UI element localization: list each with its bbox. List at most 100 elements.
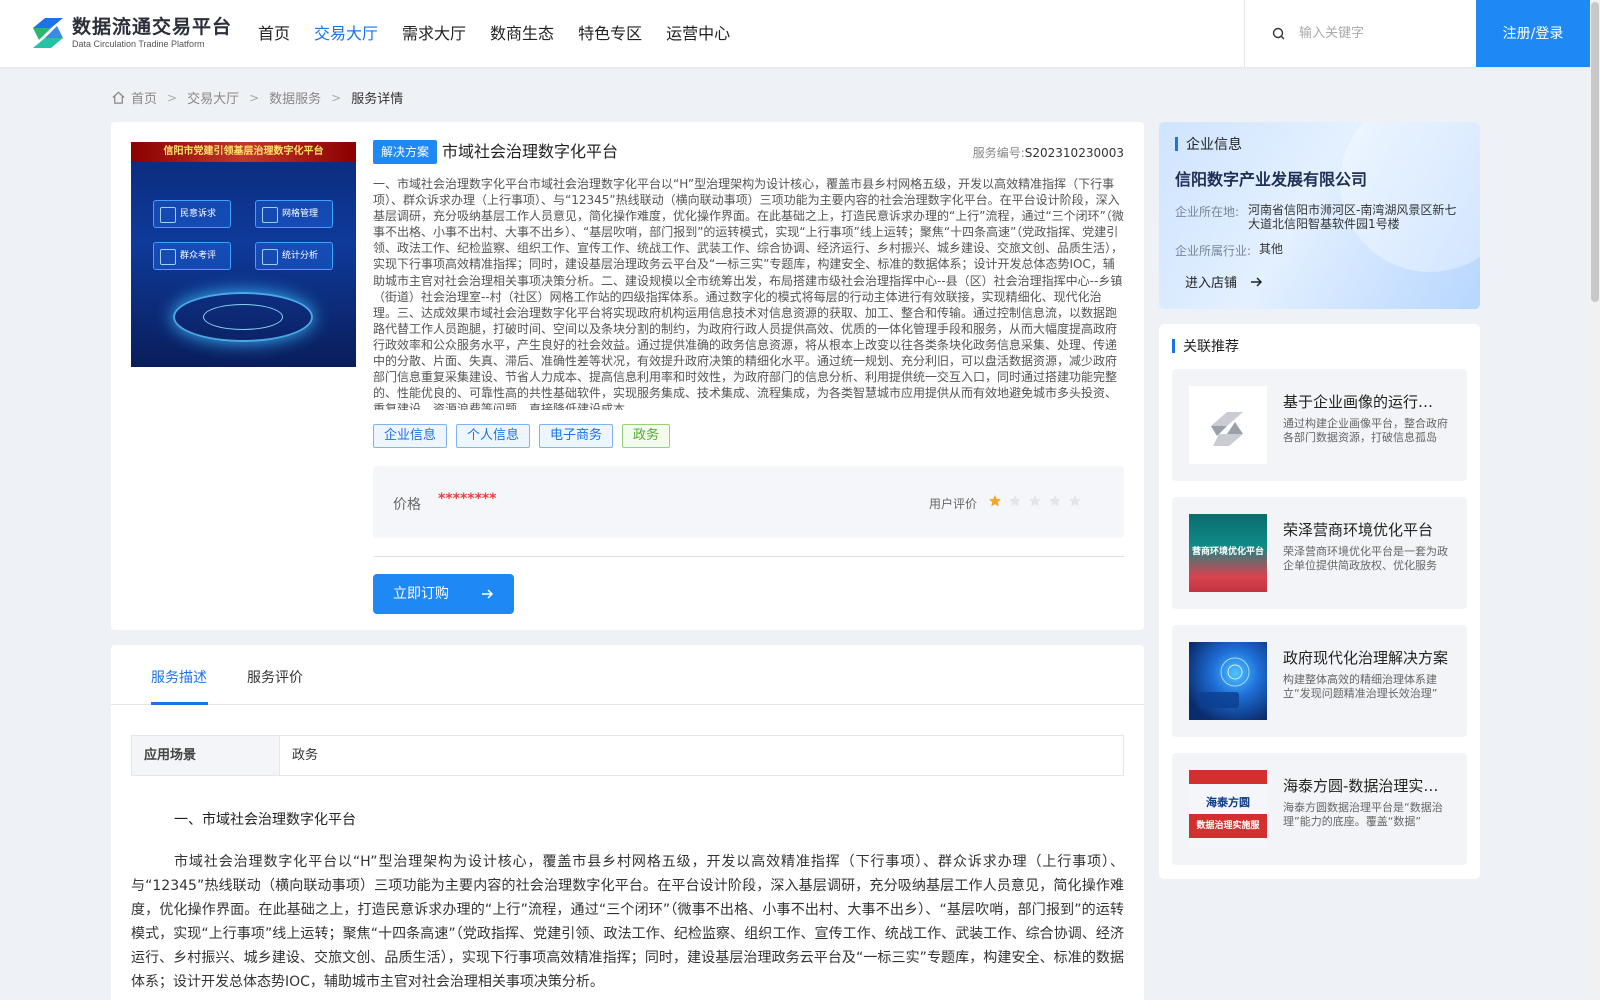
tab-service-description[interactable]: 服务描述 — [151, 667, 207, 687]
nav-ecosystem[interactable]: 数商生态 — [490, 0, 554, 67]
nav-special-zone[interactable]: 特色专区 — [578, 0, 642, 67]
image-platform-disc — [203, 304, 283, 330]
service-number-label: 服务编号: — [972, 146, 1025, 160]
recommend-title: 基于企业画像的运行监测平台 — [1283, 393, 1448, 411]
recommend-title: 荣泽营商环境优化平台 — [1283, 521, 1434, 539]
breadcrumb: 首页 > 交易大厅 > 数据服务 > 服务详情 — [111, 88, 403, 107]
divider — [373, 556, 1124, 557]
thumb-text: 数据治理实施服 — [1189, 814, 1267, 838]
product-image: 信阳市党建引领基层治理数字化平台 民意诉求 网格管理 群众考评 统计分析 — [131, 142, 356, 367]
breadcrumb-current: 服务详情 — [351, 92, 404, 107]
recommend-section-title: 关联推荐 — [1172, 336, 1239, 356]
star-empty-icon[interactable] — [1048, 494, 1062, 508]
scene-table: 应用场景 政务 — [131, 735, 1124, 776]
recommend-desc: 荣泽营商环境优化平台是一套为政企单位提供简政放权、优化服务 — [1283, 545, 1448, 572]
search-icon[interactable] — [1271, 26, 1287, 42]
product-card: 信阳市党建引领基层治理数字化平台 民意诉求 网格管理 群众考评 统计分析 解决方… — [111, 122, 1144, 630]
poster-top-strip — [1189, 770, 1267, 784]
recommend-thumb: 营商环境优化平台 — [1189, 514, 1267, 592]
scrollbar-thumb[interactable] — [1591, 2, 1599, 302]
star-empty-icon[interactable] — [1028, 494, 1042, 508]
page-scrollbar[interactable] — [1590, 0, 1600, 1000]
chevron-right-icon: > — [249, 90, 260, 105]
image-tile: 民意诉求 — [153, 200, 231, 228]
service-detail-card: 服务描述 服务评价 应用场景 政务 一、市域社会治理数字化平台 市域社会治理数字… — [111, 645, 1144, 1000]
enter-shop-label: 进入店铺 — [1185, 276, 1238, 291]
tab-service-review[interactable]: 服务评价 — [247, 667, 303, 687]
login-register-button[interactable]: 注册/登录 — [1476, 0, 1590, 67]
tag-government[interactable]: 政务 — [622, 424, 671, 448]
logo-title: 数据流通交易平台 — [72, 15, 233, 38]
enter-shop-link[interactable]: 进入店铺 — [1185, 272, 1263, 291]
tag-enterprise-info[interactable]: 企业信息 — [373, 424, 448, 448]
top-header: 数据流通交易平台 Data Circulation Tradine Platfo… — [0, 0, 1590, 67]
company-industry-row: 企业所属行业: 其他 — [1175, 242, 1469, 259]
home-icon — [112, 91, 125, 104]
arrow-right-icon — [1251, 276, 1263, 287]
recommend-item[interactable]: 基于企业画像的运行监测平台 通过构建企业画像平台，整合政府各部门数据资源，打破信… — [1172, 369, 1467, 481]
nav-demand-hall[interactable]: 需求大厅 — [402, 0, 466, 67]
tech-graphic-icon — [1199, 657, 1250, 708]
price-value: ******** — [438, 491, 497, 507]
company-location: 河南省信阳市浉河区-南湾湖风景区新七大道北信阳智基软件园1号楼 — [1248, 203, 1457, 231]
service-number-value: S202310230003 — [1024, 146, 1124, 160]
image-tile: 群众考评 — [153, 242, 231, 270]
recommend-card: 关联推荐 基于企业画像的运行监测平台 通过构建企业画像平台，整合政府各部门数据资… — [1159, 324, 1480, 879]
recommend-thumb: 海泰方圆 数据治理实施服 — [1189, 770, 1267, 848]
company-card: 企业信息 信阳数字产业发展有限公司 企业所在地: 河南省信阳市浉河区-南湾湖风景… — [1159, 122, 1480, 309]
logo-icon — [29, 14, 67, 52]
recommend-desc: 构建整体高效的精细治理体系建立“发现问题精准治理长效治理” — [1283, 673, 1438, 700]
platform-logo-icon — [1211, 412, 1243, 446]
tag-personal-info[interactable]: 个人信息 — [456, 424, 531, 448]
search-box — [1244, 0, 1476, 67]
company-location-label: 企业所在地: — [1175, 205, 1240, 219]
detail-paragraph: 市域社会治理数字化平台以“H”型治理架构为设计核心，覆盖市县乡村网格五级，开发以… — [131, 854, 1124, 990]
arrow-right-icon — [482, 589, 494, 599]
section-heading: 一、市域社会治理数字化平台 — [174, 812, 356, 828]
tag-ecommerce[interactable]: 电子商务 — [539, 424, 614, 448]
breadcrumb-trading-hall[interactable]: 交易大厅 — [187, 88, 239, 107]
company-name: 信阳数字产业发展有限公司 — [1175, 170, 1368, 189]
star-empty-icon[interactable] — [1008, 494, 1022, 508]
price-label: 价格 — [393, 497, 421, 513]
company-industry: 其他 — [1259, 242, 1284, 256]
recommend-thumb — [1189, 386, 1267, 464]
service-number: 服务编号:S202310230003 — [973, 144, 1124, 161]
star-empty-icon[interactable] — [1068, 494, 1082, 508]
breadcrumb-home[interactable]: 首页 — [131, 88, 157, 107]
solution-tag: 解决方案 — [373, 140, 438, 164]
scene-value: 政务 — [292, 748, 319, 763]
nav-home[interactable]: 首页 — [258, 0, 290, 67]
image-tile: 网格管理 — [255, 200, 333, 228]
recommend-item[interactable]: 营商环境优化平台 荣泽营商环境优化平台 荣泽营商环境优化平台是一套为政企单位提供… — [1172, 497, 1467, 609]
title-bar — [1172, 339, 1175, 353]
main-nav: 首页 交易大厅 需求大厅 数商生态 特色专区 运营中心 — [258, 0, 754, 67]
recommend-item[interactable]: 海泰方圆 数据治理实施服 海泰方圆-数据治理实施服务 海泰方圆数据治理平台是“数… — [1172, 753, 1467, 865]
chevron-right-icon: > — [331, 90, 342, 105]
recommend-desc: 海泰方圆数据治理平台是“数据治理”能力的底座。覆盖“数据” — [1283, 801, 1443, 828]
rating-label: 用户评价 — [929, 497, 978, 511]
recommend-desc: 通过构建企业画像平台，整合政府各部门数据资源，打破信息孤岛 — [1283, 417, 1448, 444]
breadcrumb-data-service[interactable]: 数据服务 — [269, 88, 321, 107]
recommend-item[interactable]: 政府现代化治理解决方案 构建整体高效的精细治理体系建立“发现问题精准治理长效治理… — [1172, 625, 1467, 737]
recommend-title: 政府现代化治理解决方案 — [1283, 649, 1448, 667]
recommend-thumb — [1189, 642, 1267, 720]
title-bar — [1175, 137, 1178, 151]
detail-tabs: 服务描述 服务评价 — [111, 645, 1144, 705]
order-now-label: 立即订购 — [393, 586, 449, 602]
order-now-button[interactable]: 立即订购 — [373, 574, 514, 614]
nav-trading-hall[interactable]: 交易大厅 — [314, 0, 378, 67]
recommend-section-label: 关联推荐 — [1183, 339, 1239, 355]
product-image-banner: 信阳市党建引领基层治理数字化平台 — [131, 142, 356, 162]
star-filled-icon[interactable] — [988, 494, 1002, 508]
recommend-title: 海泰方圆-数据治理实施服务 — [1283, 777, 1448, 795]
company-industry-label: 企业所属行业: — [1175, 244, 1252, 258]
company-section-title: 企业信息 — [1175, 134, 1242, 154]
logo-subtitle: Data Circulation Tradine Platform — [72, 38, 205, 49]
thumb-text: 营商环境优化平台 — [1191, 547, 1264, 557]
site-logo[interactable]: 数据流通交易平台 Data Circulation Tradine Platfo… — [29, 14, 232, 52]
scene-key: 应用场景 — [132, 736, 280, 775]
nav-operation-center[interactable]: 运营中心 — [666, 0, 730, 67]
price-box: 价格 ******** 用户评价 — [373, 466, 1124, 538]
search-input[interactable] — [1299, 26, 1469, 41]
